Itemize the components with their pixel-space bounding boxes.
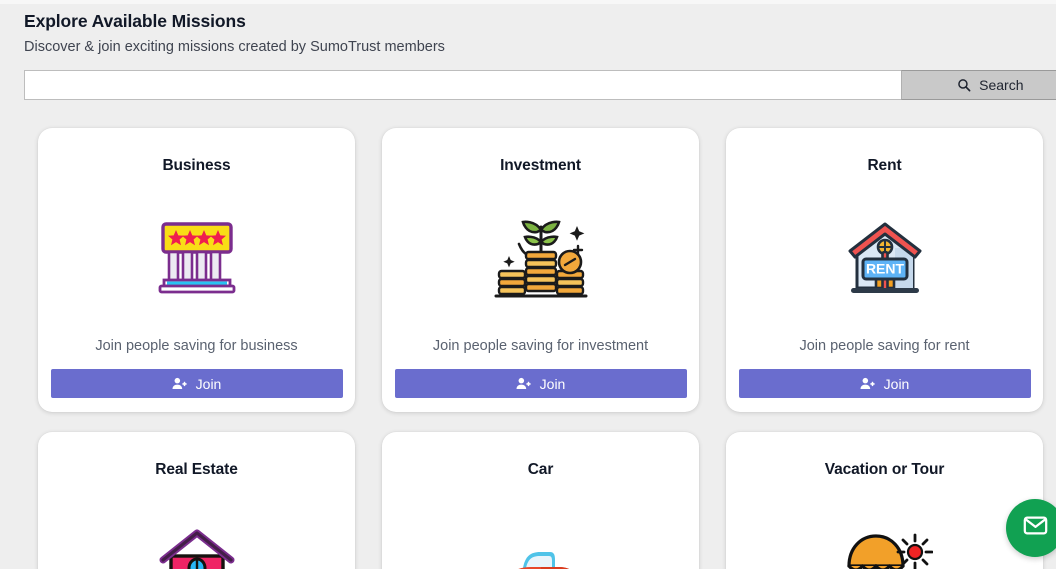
card-title: Car [527, 461, 554, 478]
mission-card-investment[interactable]: Investment Join people saving for invest… [382, 128, 699, 412]
card-title: Vacation or Tour [824, 461, 945, 478]
house-rent-sign-icon: RENT [738, 175, 1031, 336]
coins-plant-icon [394, 175, 687, 336]
user-plus-icon [860, 376, 875, 391]
mission-card-business[interactable]: Business Join people saving for business… [38, 128, 355, 412]
top-strip [0, 0, 1056, 4]
join-button-label: Join [195, 375, 222, 392]
search-bar: Search [24, 70, 1056, 100]
card-description: Join people saving for investment [432, 338, 649, 354]
mission-card-vacation-or-tour[interactable]: Vacation or Tour [726, 432, 1043, 569]
card-title: Rent [867, 157, 902, 174]
card-title: Real Estate [155, 461, 238, 478]
page-title: Explore Available Missions [24, 11, 246, 31]
page-header: Explore Available Missions Discover & jo… [24, 9, 445, 58]
beach-umbrella-icon [738, 479, 1031, 569]
join-button-label: Join [883, 375, 910, 392]
missions-grid: Business Join people saving for business… [38, 128, 1048, 569]
join-button-business[interactable]: Join [50, 369, 343, 398]
card-description: Join people saving for rent [799, 338, 970, 354]
mission-card-rent[interactable]: Rent RENT Join people saving for rent Jo… [726, 128, 1043, 412]
join-button-rent[interactable]: Join [738, 369, 1031, 398]
search-input[interactable] [24, 70, 901, 100]
page-subtitle: Discover & join exciting missions create… [24, 39, 445, 55]
search-button[interactable]: Search [900, 70, 1056, 100]
search-button-label: Search [979, 77, 1024, 93]
search-icon [957, 78, 971, 92]
mission-card-real-estate[interactable]: Real Estate [38, 432, 355, 569]
page-viewport: Explore Available Missions Discover & jo… [0, 0, 1056, 569]
user-plus-icon [516, 376, 531, 391]
mission-card-car[interactable]: Car [382, 432, 699, 569]
card-title: Business [162, 157, 231, 174]
bank-building-icon [50, 175, 343, 336]
user-plus-icon [172, 376, 187, 391]
pink-house-icon [50, 479, 343, 569]
svg-text:RENT: RENT [865, 260, 904, 276]
red-car-icon [394, 479, 687, 569]
envelope-icon [1022, 512, 1049, 544]
join-button-investment[interactable]: Join [394, 369, 687, 398]
chat-widget-button[interactable] [1006, 499, 1056, 557]
card-description: Join people saving for business [95, 338, 298, 354]
join-button-label: Join [539, 375, 566, 392]
card-title: Investment [500, 157, 581, 174]
